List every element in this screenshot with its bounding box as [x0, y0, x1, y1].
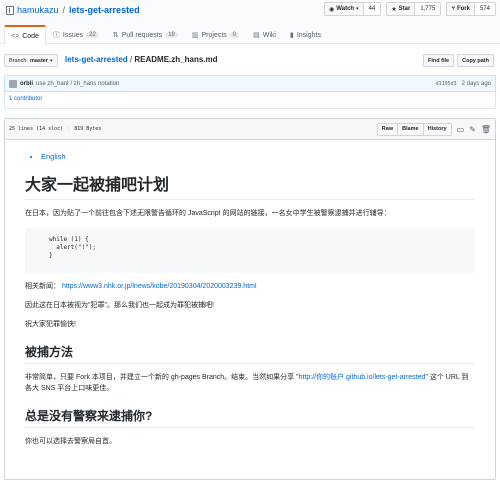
branch-prefix: Branch: [9, 57, 28, 64]
tab-projects-label: Projects [201, 31, 227, 39]
file-info: 25 lines (14 sloc) | 819 Bytes [9, 126, 101, 132]
breadcrumb-file: README.zh_hans.md [134, 55, 218, 64]
avatar[interactable] [9, 79, 17, 88]
raw-button[interactable]: Raw [376, 122, 399, 136]
desktop-icon[interactable]: ▭ [457, 125, 465, 134]
news-prefix: 相关新闻： [25, 283, 60, 290]
book-icon: ▤ [253, 32, 260, 39]
repo-actions: ◉ Watch ▾ 44 ★ Star 1,775 ⑂ Fork 574 [324, 2, 496, 16]
trash-icon[interactable]: 🗑 [481, 125, 491, 134]
commit-author[interactable]: orbli [20, 81, 33, 87]
file-size: 819 Bytes [74, 126, 102, 132]
tab-projects[interactable]: ▥ Projects 0 [185, 25, 246, 44]
repo-title: hamukazu / lets-get-arrested [6, 5, 140, 15]
branch-name: master [29, 57, 49, 64]
file-box: 25 lines (14 sloc) | 819 Bytes Raw Blame… [4, 118, 496, 480]
star-label: Star [398, 6, 411, 12]
star-button[interactable]: ★ Star [386, 2, 416, 16]
tab-insights[interactable]: ▮ Insights [283, 25, 328, 44]
watch-button[interactable]: ◉ Watch ▾ [324, 2, 364, 16]
watch-count[interactable]: 44 [363, 2, 382, 16]
commit-meta: d1195d3 2 days ago [436, 81, 491, 87]
project-icon: ▥ [191, 32, 199, 39]
pencil-icon[interactable]: ✎ [469, 125, 476, 134]
method-text-before: 非常简单，只要 Fork 本项目，并建立一个新的 gh-pages Branch… [25, 374, 299, 381]
code-icon: <> [11, 32, 20, 40]
star-group: ★ Star 1,775 [386, 2, 442, 16]
code-block: while (1) { alert("!"); } [25, 228, 475, 273]
fork-icon: ⑂ [451, 6, 455, 12]
chevron-down-icon: ▾ [356, 6, 359, 12]
graph-icon: ▮ [289, 32, 294, 39]
file-navigation: Branch: master ▾ lets-get-arrested / REA… [0, 52, 500, 68]
copy-path-button[interactable]: Copy path [457, 54, 494, 67]
latest-commit: orbli use zh_hant / zh_hans notation d11… [4, 75, 496, 92]
history-button[interactable]: History [423, 122, 452, 136]
tab-code[interactable]: <> Code [4, 25, 46, 45]
star-count[interactable]: 1,775 [415, 2, 442, 16]
blame-button[interactable]: Blame [398, 122, 424, 136]
tab-issues-label: Issues [62, 31, 84, 39]
crime-paragraph: 因此这在日本被视为"犯罪"。那么我们也一起成为罪犯被捕吧! [25, 302, 214, 309]
projects-count-badge: 0 [229, 32, 240, 38]
wish-paragraph: 祝大家犯罪愉快! [25, 321, 76, 328]
tab-wiki[interactable]: ▤ Wiki [246, 25, 283, 44]
method-paragraph: 非常简单，只要 Fork 本项目，并建立一个新的 gh-pages Branch… [25, 372, 475, 394]
repo-separator: / [62, 5, 66, 15]
fork-label: Fork [456, 6, 470, 12]
file-button-group: Raw Blame History [376, 122, 452, 136]
news-paragraph: 相关新闻： https://www3.nhk.or.jp/lnews/kobe/… [25, 281, 475, 292]
file-lines: 25 lines (14 sloc) [9, 126, 64, 132]
tab-wiki-label: Wiki [262, 31, 276, 39]
repo-header: hamukazu / lets-get-arrested ◉ Watch ▾ 44 … [0, 0, 500, 45]
issue-icon: ⓘ [52, 32, 60, 39]
find-file-button[interactable]: Find file [423, 54, 455, 67]
tab-pull-requests[interactable]: ⇅ Pull requests 19 [106, 25, 185, 44]
tab-issues[interactable]: ⓘ Issues 22 [46, 25, 106, 44]
section-heading-method: 被捕方法 [25, 343, 475, 364]
watch-group: ◉ Watch ▾ 44 [324, 2, 382, 16]
fork-count[interactable]: 574 [474, 2, 496, 16]
file-nav-buttons: Find file Copy path [423, 54, 494, 67]
english-link[interactable]: English [41, 152, 66, 161]
surrender-paragraph: 你也可以选择去警察局自首。 [25, 438, 116, 445]
commit-message[interactable]: use zh_hant / zh_hans notation [36, 81, 119, 87]
contributors-link[interactable]: 1 contributor [4, 92, 496, 109]
file-info-divider: | [67, 126, 71, 132]
chevron-down-icon: ▾ [50, 57, 53, 64]
fork-button[interactable]: ⑂ Fork [446, 2, 475, 16]
repo-name-link[interactable]: lets-get-arrested [69, 5, 140, 15]
repo-tabs: <> Code ⓘ Issues 22 ⇅ Pull requests 19 ▥… [4, 25, 328, 45]
language-list: English [41, 152, 475, 161]
commit-time: 2 days ago [461, 80, 491, 87]
watch-label: Watch [336, 6, 355, 12]
breadcrumb: lets-get-arrested / README.zh_hans.md [65, 55, 218, 64]
file-actions: Raw Blame History ▭ ✎ 🗑 [376, 122, 491, 136]
tab-pull-requests-label: Pull requests [121, 31, 163, 39]
breadcrumb-repo-link[interactable]: lets-get-arrested [65, 55, 128, 64]
eye-icon: ◉ [329, 6, 335, 13]
pull-request-icon: ⇅ [112, 32, 119, 39]
pages-url-link[interactable]: http://你的账户.github.io/lets-get-arrested [299, 374, 426, 381]
star-icon: ★ [391, 6, 397, 13]
pull-requests-count-badge: 19 [165, 32, 178, 38]
news-link[interactable]: https://www3.nhk.or.jp/lnews/kobe/201903… [62, 283, 257, 290]
readme-content: English 大家一起被捕吧计划 在日本，因为贴了一个前往包含下述无限警告循环… [5, 140, 495, 447]
repo-owner-link[interactable]: hamukazu [17, 5, 59, 15]
readme-title: 大家一起被捕吧计划 [25, 171, 475, 200]
tab-insights-label: Insights [296, 31, 321, 39]
issues-count-badge: 22 [86, 32, 99, 38]
repo-icon [6, 5, 14, 15]
commit-sha[interactable]: d1195d3 [436, 81, 457, 87]
breadcrumb-separator: / [129, 55, 133, 64]
branch-select[interactable]: Branch: master ▾ [4, 54, 58, 67]
list-item: English [41, 152, 475, 161]
tab-code-label: Code [22, 32, 39, 40]
section-heading-no-police: 总是没有警察来逮捕你? [25, 407, 475, 428]
intro-paragraph: 在日本，因为贴了一个前往包含下述无限警告循环的 JavaScript 的网站的链… [25, 210, 391, 217]
fork-group: ⑂ Fork 574 [446, 2, 496, 16]
file-header: 25 lines (14 sloc) | 819 Bytes Raw Blame… [5, 119, 495, 140]
